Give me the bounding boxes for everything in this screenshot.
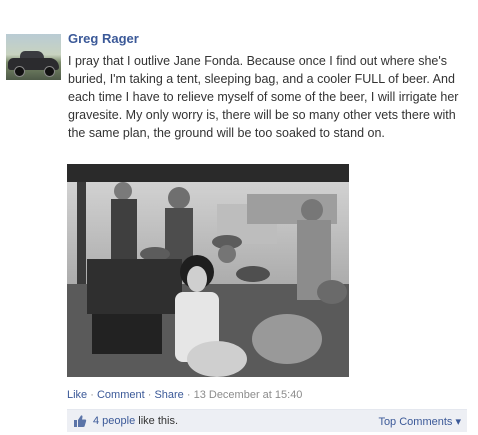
likes-bar: 4 people like this. Top Comments ▾ (67, 409, 467, 432)
avatar-wheel (14, 66, 25, 77)
separator: · (87, 389, 97, 401)
likes-summary: 4 people like this. (93, 415, 178, 427)
post-timestamp[interactable]: 13 December at 15:40 (194, 389, 303, 401)
post-photo[interactable] (67, 164, 349, 377)
separator: · (144, 389, 155, 401)
post-message: I pray that I outlive Jane Fonda. Becaus… (68, 54, 459, 140)
likes-suffix: like this. (135, 415, 179, 427)
photo-scene (67, 164, 349, 377)
thumbs-up-icon (74, 415, 87, 427)
separator: · (183, 389, 194, 401)
author-avatar[interactable] (6, 34, 61, 80)
avatar-wheel (44, 66, 55, 77)
like-link[interactable]: Like (67, 389, 87, 401)
likes-count-link[interactable]: 4 people (93, 415, 135, 427)
post-actions: Like · Comment · Share · 13 December at … (67, 389, 302, 401)
share-link[interactable]: Share (154, 389, 183, 401)
comment-link[interactable]: Comment (97, 389, 145, 401)
author-name-link[interactable]: Greg Rager (68, 31, 139, 46)
top-comments-dropdown[interactable]: Top Comments ▾ (378, 415, 461, 428)
